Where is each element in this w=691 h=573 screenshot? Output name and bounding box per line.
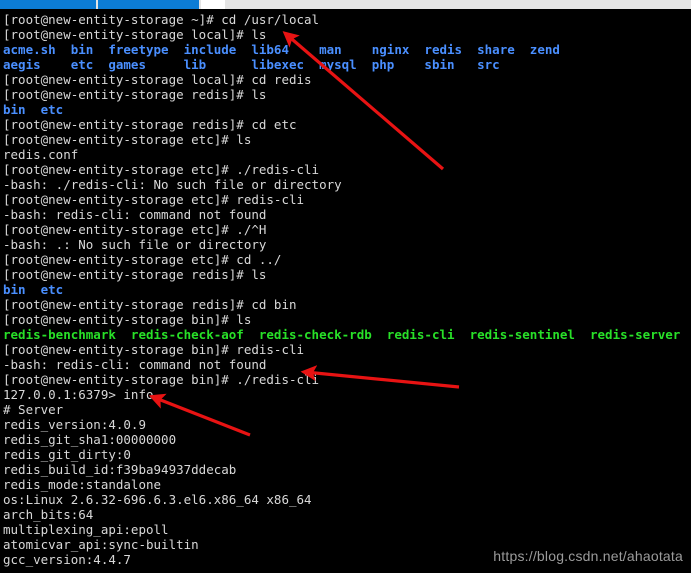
terminal-line: bin etc bbox=[3, 102, 64, 117]
window-chrome-bar bbox=[0, 0, 691, 9]
terminal-line: arch_bits:64 bbox=[3, 507, 94, 522]
terminal-line: redis_git_sha1:00000000 bbox=[3, 432, 177, 447]
terminal-line: redis.conf bbox=[3, 147, 79, 162]
terminal-line: [root@new-entity-storage bin]# ./redis-c… bbox=[3, 372, 320, 387]
terminal-line: [root@new-entity-storage bin]# redis-cli bbox=[3, 342, 305, 357]
terminal-output[interactable]: [root@new-entity-storage ~]# cd /usr/loc… bbox=[0, 9, 691, 573]
terminal-line: [root@new-entity-storage local]# cd redi… bbox=[3, 72, 312, 87]
chrome-filler bbox=[225, 0, 691, 9]
terminal-line: [root@new-entity-storage redis]# cd etc bbox=[3, 117, 297, 132]
terminal-line: redis_git_dirty:0 bbox=[3, 447, 131, 462]
terminal-line: [root@new-entity-storage redis]# ls bbox=[3, 267, 267, 282]
terminal-line: [root@new-entity-storage bin]# ls bbox=[3, 312, 252, 327]
terminal-line: 127.0.0.1:6379> info bbox=[3, 387, 154, 402]
terminal-line: redis_version:4.0.9 bbox=[3, 417, 146, 432]
chrome-tab-2[interactable] bbox=[98, 0, 199, 9]
chrome-tab-1[interactable] bbox=[0, 0, 96, 9]
terminal-line: redis_mode:standalone bbox=[3, 477, 162, 492]
terminal-line: [root@new-entity-storage etc]# ls bbox=[3, 132, 252, 147]
terminal-line: -bash: redis-cli: command not found bbox=[3, 207, 267, 222]
terminal-line: acme.sh bin freetype include lib64 man n… bbox=[3, 42, 560, 57]
terminal-line: [root@new-entity-storage etc]# cd ../ bbox=[3, 252, 282, 267]
terminal-line: bin etc bbox=[3, 282, 64, 297]
terminal-line: [root@new-entity-storage redis]# cd bin bbox=[3, 297, 297, 312]
terminal-line: # Server bbox=[3, 402, 64, 417]
chrome-new-tab-button[interactable] bbox=[201, 0, 225, 9]
terminal-line: [root@new-entity-storage local]# ls bbox=[3, 27, 267, 42]
terminal-line: [root@new-entity-storage etc]# ./redis-c… bbox=[3, 162, 320, 177]
terminal-line: -bash: .: No such file or directory bbox=[3, 237, 267, 252]
terminal-line: os:Linux 2.6.32-696.6.3.el6.x86_64 x86_6… bbox=[3, 492, 312, 507]
terminal-window: [root@new-entity-storage ~]# cd /usr/loc… bbox=[0, 0, 691, 573]
terminal-line: [root@new-entity-storage ~]# cd /usr/loc… bbox=[3, 12, 320, 27]
terminal-line: [root@new-entity-storage redis]# ls bbox=[3, 87, 267, 102]
terminal-line: redis_build_id:f39ba94937ddecab bbox=[3, 462, 237, 477]
terminal-line: aegis etc games lib libexec mysql php sb… bbox=[3, 57, 500, 72]
terminal-line: -bash: redis-cli: command not found bbox=[3, 357, 267, 372]
terminal-line: -bash: ./redis-cli: No such file or dire… bbox=[3, 177, 342, 192]
terminal-line: [root@new-entity-storage etc]# ./^H bbox=[3, 222, 267, 237]
watermark-text: https://blog.csdn.net/ahaotata bbox=[493, 548, 683, 564]
terminal-line: [root@new-entity-storage etc]# redis-cli bbox=[3, 192, 305, 207]
terminal-line: redis-benchmark redis-check-aof redis-ch… bbox=[3, 327, 681, 342]
terminal-line: multiplexing_api:epoll bbox=[3, 522, 169, 537]
